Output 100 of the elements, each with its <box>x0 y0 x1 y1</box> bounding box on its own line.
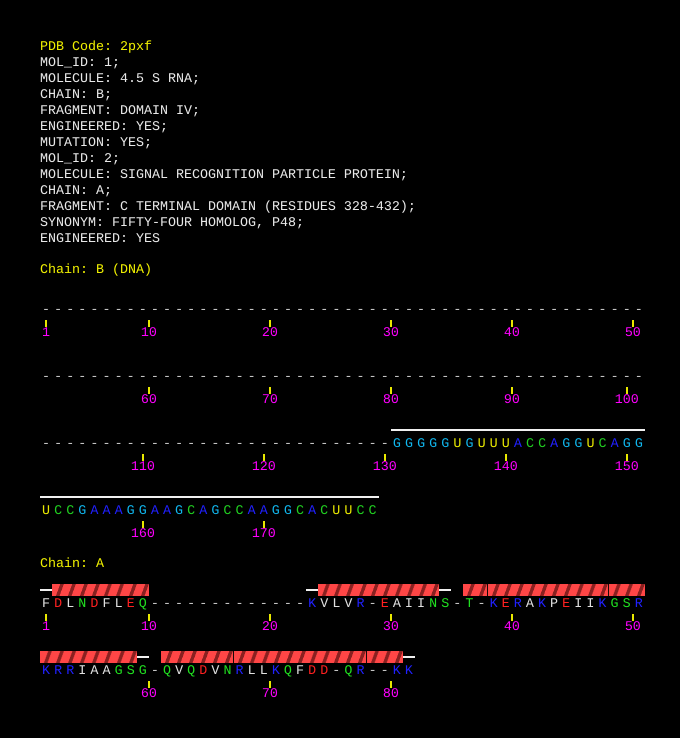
sequence-text: -------------------------------------------------- <box>41 303 645 319</box>
sequence-text: D <box>89 597 100 613</box>
helix-drawing <box>475 584 488 596</box>
tick-mark <box>390 320 392 327</box>
position-label: 50 <box>624 327 642 341</box>
helix-drawing <box>160 651 174 663</box>
tick-mark <box>390 387 392 394</box>
sequence-text: VLV <box>319 597 355 613</box>
position-label: 100 <box>614 394 640 408</box>
sequence-text: - <box>452 597 464 613</box>
sequence-text: -------------------------------------------------- <box>41 370 645 386</box>
helix-drawing <box>463 584 476 596</box>
sequence-text: P <box>549 597 560 613</box>
position-label: 1 <box>41 327 52 341</box>
sequence-text: K <box>404 664 415 680</box>
sequence-text: CC <box>53 504 76 520</box>
position-label: 1 <box>41 621 52 635</box>
sequence-text: N <box>428 597 440 613</box>
sequence-text: C <box>186 504 198 520</box>
helix-drawing <box>282 651 294 663</box>
header-line: CHAIN: B; <box>40 88 113 104</box>
position-label: 80 <box>382 688 400 702</box>
sequence-text: G <box>77 504 88 520</box>
position-label: 70 <box>260 394 279 408</box>
sequence-text: AA <box>246 504 270 520</box>
helix-drawing <box>197 651 210 663</box>
position-label: 60 <box>140 394 158 408</box>
tick-mark <box>148 320 150 327</box>
tick-mark <box>262 521 265 528</box>
header-line: MOLECULE: SIGNAL RECOGNITION PARTICLE PROTEIN; <box>40 168 409 184</box>
sequence-text: U <box>41 504 52 520</box>
tick-mark <box>626 387 628 394</box>
sequence-text: E <box>126 597 137 613</box>
helix-drawing <box>52 584 64 596</box>
sequence-text: G <box>174 504 186 520</box>
sequence-text: GG <box>270 504 294 520</box>
sequence-text: AAA <box>89 504 125 520</box>
sequence-text: - <box>331 664 342 680</box>
tick-mark <box>510 387 513 394</box>
sequence-text: Q <box>138 597 149 613</box>
position-label: 40 <box>502 327 521 341</box>
helix-drawing <box>221 651 234 663</box>
sequence-text: Q <box>162 664 174 680</box>
sequence-text: II <box>573 597 596 613</box>
position-label: 90 <box>502 394 521 408</box>
position-label: 20 <box>260 327 279 341</box>
tick-mark <box>142 454 144 461</box>
sequence-text: C <box>598 437 609 453</box>
sequence-text: N <box>77 597 88 613</box>
sequence-text: U <box>585 437 597 453</box>
sequence-text: KRR <box>41 664 76 680</box>
position-label: 30 <box>382 621 400 635</box>
sequence-text: G <box>464 437 476 453</box>
sequence-text: D <box>53 597 64 613</box>
helix-drawing <box>185 651 198 663</box>
sequence-text: G <box>210 504 222 520</box>
sequence-text: K <box>536 597 548 613</box>
header-line: MOL_ID: 1; <box>40 56 121 72</box>
position-label: 170 <box>250 528 277 542</box>
tick-mark <box>632 614 634 621</box>
sequence-text: A <box>512 437 524 453</box>
sequence-text: - <box>476 597 488 613</box>
tick-mark <box>148 681 150 688</box>
position-label: 120 <box>250 461 277 475</box>
helix-drawing <box>209 651 222 663</box>
structure-line <box>402 656 415 658</box>
chain-title: Chain: A <box>40 557 105 573</box>
tick-mark <box>148 387 150 394</box>
structure-line <box>136 656 149 658</box>
sequence-text: GG <box>561 437 584 453</box>
sequence-text: DD <box>307 664 330 680</box>
header-line: MOL_ID: 2; <box>40 152 121 168</box>
position-label: 10 <box>140 621 158 635</box>
position-label: 160 <box>130 528 156 542</box>
position-label: 70 <box>260 688 279 702</box>
sequence-text: C <box>294 504 306 520</box>
sequence-text: Q <box>343 664 354 680</box>
tick-mark <box>148 614 150 621</box>
sequence-text: F <box>41 597 52 613</box>
header-line: FRAGMENT: C TERMINAL DOMAIN (RESIDUES 328-432); <box>40 200 417 216</box>
pdb-code-title: PDB Code: 2pxf <box>40 40 153 56</box>
sequence-text: K <box>392 664 403 680</box>
sequence-text: IAA <box>77 664 113 680</box>
sequence-text: R <box>355 664 367 680</box>
tick-mark <box>626 454 628 461</box>
tick-mark <box>268 387 271 394</box>
tick-mark <box>142 521 144 528</box>
position-label: 80 <box>382 394 400 408</box>
tick-mark <box>632 320 634 327</box>
tick-mark <box>268 614 271 621</box>
structure-line <box>306 589 318 591</box>
sequence-text: E <box>561 597 572 613</box>
position-label: 50 <box>624 621 642 635</box>
sequence-text: AA <box>150 504 174 520</box>
helix-drawing <box>548 584 560 596</box>
header-line: CHAIN: A; <box>40 184 113 200</box>
sequence-text: C <box>319 504 330 520</box>
sequence-text: E <box>380 597 391 613</box>
chain-title: Chain: B (DNA) <box>40 263 153 279</box>
helix-drawing <box>76 584 88 596</box>
